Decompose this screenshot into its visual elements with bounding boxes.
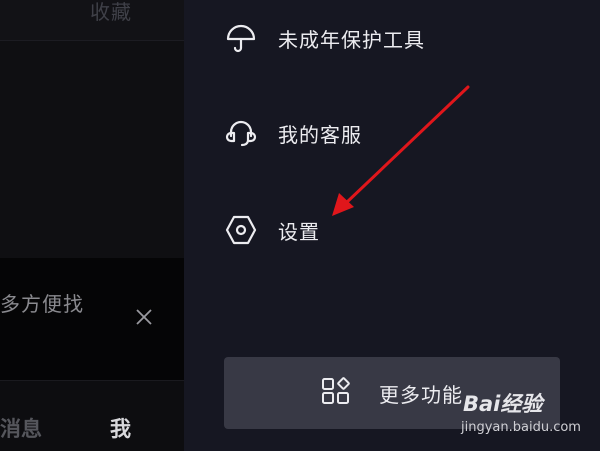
watermark-brand: Bai经验 <box>463 392 543 416</box>
background-page: 收藏 多方便找 消息 我 <box>0 0 184 451</box>
favorites-header: 收藏 <box>0 0 184 41</box>
menu-item-minor-protection[interactable]: 未成年保护工具 <box>224 18 524 58</box>
tab-messages[interactable]: 消息 <box>0 413 42 443</box>
headset-icon <box>224 116 258 150</box>
grid-apps-icon <box>321 376 379 410</box>
menu-item-customer-service[interactable]: 我的客服 <box>224 113 524 153</box>
more-features-label: 更多功能 <box>379 382 463 407</box>
close-icon[interactable] <box>133 306 155 328</box>
baidu-jingyan-watermark: Bai经验 jingyan.baidu.com <box>455 388 600 450</box>
menu-label-settings: 设置 <box>278 219 320 244</box>
menu-label-minor-protection: 未成年保护工具 <box>278 27 425 52</box>
content-area <box>0 41 184 257</box>
favorites-tab-label[interactable]: 收藏 <box>90 0 132 25</box>
hexagon-settings-icon <box>224 213 258 247</box>
banner-text: 多方便找 <box>0 292 84 316</box>
menu-label-customer-service: 我的客服 <box>278 122 362 147</box>
menu-item-settings[interactable]: 设置 <box>224 210 524 250</box>
tab-me[interactable]: 我 <box>110 413 131 443</box>
watermark-url: jingyan.baidu.com <box>461 420 581 435</box>
umbrella-icon <box>224 21 258 55</box>
promo-banner: 多方便找 <box>0 258 184 380</box>
